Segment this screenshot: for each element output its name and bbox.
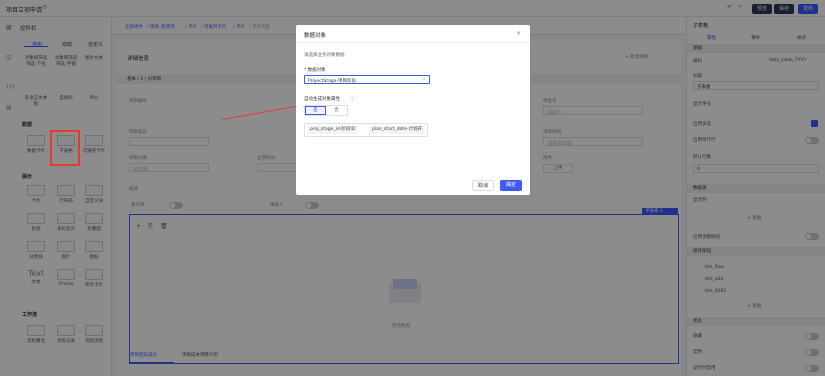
- cancel-button[interactable]: 取消: [472, 180, 494, 191]
- data-object-dialog: 数据对象 × 请选择业务对象数据 * 数据对象 ProjectStage-项目阶…: [296, 25, 530, 195]
- data-object-select[interactable]: ProjectStage-项目阶段 ⌄: [304, 75, 430, 84]
- dialog-divider: [296, 42, 530, 43]
- close-icon[interactable]: ×: [516, 30, 521, 37]
- highlight-box: [50, 130, 80, 166]
- option-yes[interactable]: 是: [305, 106, 326, 115]
- confirm-button[interactable]: 确定: [500, 180, 522, 191]
- attribute-tag[interactable]: plan_start_date-计划开: [369, 126, 425, 134]
- info-icon: ⓘ: [350, 96, 356, 102]
- auto-generate-segmented: 是 否: [304, 105, 348, 116]
- option-no[interactable]: 否: [326, 106, 347, 115]
- attribute-tag[interactable]: proj_stage_id-阶段ID: [307, 126, 359, 134]
- dialog-hint: 请选择业务对象数据: [304, 53, 345, 58]
- chevron-down-icon: ⌄: [421, 76, 426, 82]
- attribute-tags-field[interactable]: proj_stage_id-阶段ID plan_start_date-计划开: [304, 123, 428, 137]
- data-object-label: * 数据对象: [304, 68, 326, 73]
- auto-generate-label: 自动生成对象属性: [304, 97, 340, 102]
- dialog-title: 数据对象: [304, 33, 327, 39]
